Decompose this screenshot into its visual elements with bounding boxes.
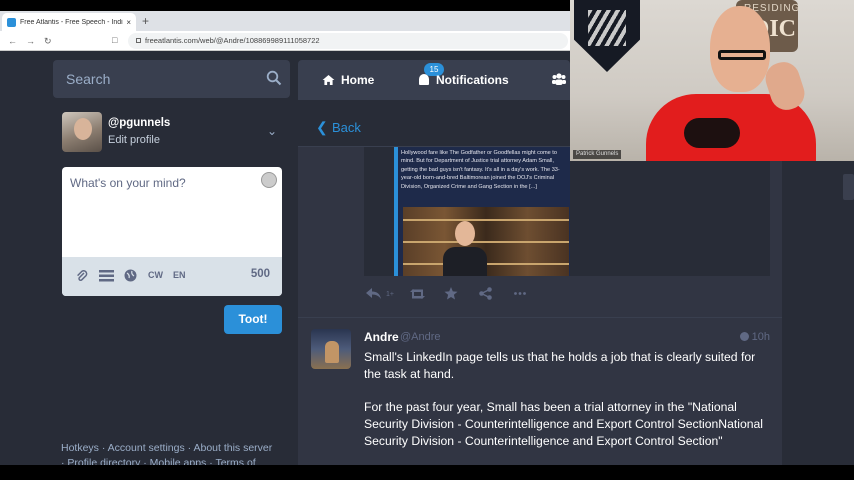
reply-count: 1+ (386, 291, 394, 298)
compose-toolbar: CW EN 500 (62, 257, 282, 296)
reply-icon[interactable] (366, 288, 382, 300)
chevron-left-icon: ❮ (316, 119, 328, 135)
status-avatar[interactable] (311, 329, 351, 369)
account-panel: @pgunnels Edit profile ⌄ (62, 112, 282, 154)
globe-icon[interactable] (124, 269, 137, 282)
status-account[interactable]: @Andre (400, 331, 441, 343)
language-button[interactable]: EN (173, 270, 186, 280)
search-input[interactable]: Search (53, 60, 290, 98)
emoji-icon[interactable] (261, 172, 277, 188)
footer-links-line2[interactable]: · Profile directory · Mobile apps · Term… (61, 456, 291, 465)
share-icon[interactable] (479, 287, 492, 300)
bell-icon (419, 74, 429, 85)
search-placeholder: Search (66, 71, 111, 87)
browser-tab-bar: Free Atlantis - Free Speech - Indie × + (0, 11, 570, 31)
bookmark-icon[interactable]: □ (112, 35, 117, 45)
lock-icon (136, 38, 141, 43)
address-bar: ← → ↻ □ freeatlantis.com/web/@Andre/1088… (0, 31, 570, 51)
url-input[interactable]: freeatlantis.com/web/@Andre/108869989111… (128, 33, 568, 49)
status-divider (298, 317, 782, 318)
account-handle: @pgunnels (108, 117, 171, 129)
back-button[interactable]: ❮ Back (298, 107, 570, 147)
nav-home-label: Home (341, 73, 375, 87)
reload-icon[interactable]: ↻ (44, 34, 52, 48)
thread-view: Hollywood fare like The Godfather or Goo… (298, 147, 782, 465)
avatar[interactable] (62, 112, 102, 152)
shield-flag-decoration (574, 0, 640, 72)
globe-icon (739, 332, 749, 341)
browser-tab[interactable]: Free Atlantis - Free Speech - Indie × (2, 13, 136, 31)
character-counter: 500 (250, 268, 270, 280)
shirt-print (684, 118, 740, 148)
url-text: freeatlantis.com/web/@Andre/108869989111… (145, 36, 320, 45)
back-label: Back (332, 120, 361, 135)
link-preview-card[interactable]: Hollywood fare like The Godfather or Goo… (364, 147, 770, 276)
status-paragraph: For the past four year, Small has been a… (364, 400, 764, 448)
poll-icon[interactable] (99, 270, 114, 282)
star-icon[interactable] (444, 287, 458, 300)
compose-form: What's on your mind? CW EN 500 (62, 167, 282, 296)
status-time-text: 10h (751, 331, 770, 343)
scrollbar[interactable] (843, 174, 854, 200)
paperclip-icon[interactable] (76, 270, 88, 283)
person-glasses (718, 50, 766, 60)
edit-profile-link[interactable]: Edit profile (108, 134, 160, 146)
footer-links-line1[interactable]: Hotkeys · Account settings · About this … (61, 441, 291, 456)
nav-notifications-label: Notifications (436, 73, 509, 87)
nav-notifications-tab[interactable]: Notifications (419, 73, 509, 87)
status-action-bar: 1+ (366, 287, 586, 303)
ellipsis-icon[interactable] (514, 292, 526, 295)
boost-icon[interactable] (410, 289, 425, 299)
mastodon-favicon-icon (7, 17, 16, 27)
nav-home-tab[interactable]: Home (322, 73, 374, 87)
home-icon (322, 75, 335, 85)
compose-textarea[interactable]: What's on your mind? (70, 176, 186, 190)
content-warning-button[interactable]: CW (148, 270, 163, 280)
forward-nav-icon[interactable]: → (26, 34, 35, 48)
toot-button[interactable]: Toot! (224, 305, 282, 334)
back-nav-icon[interactable]: ← (8, 34, 17, 48)
status-timestamp[interactable]: 10h (739, 331, 770, 343)
status-display-name[interactable]: Andre (364, 330, 399, 344)
card-text: Hollywood fare like The Godfather or Goo… (401, 150, 560, 190)
chevron-down-icon[interactable]: ⌄ (267, 124, 277, 138)
card-photo (403, 207, 569, 276)
people-icon[interactable] (552, 73, 566, 85)
tab-close-icon[interactable]: × (126, 18, 131, 27)
search-icon (266, 70, 282, 86)
footer-links[interactable]: Hotkeys · Account settings · About this … (61, 441, 291, 465)
new-tab-button[interactable]: + (142, 13, 149, 29)
tab-title: Free Atlantis - Free Speech - Indie (20, 18, 124, 26)
card-thumbnail: Hollywood fare like The Godfather or Goo… (394, 147, 570, 276)
webcam-overlay: RESIDING DIC Patrick Gunnels (570, 0, 854, 161)
person-head (710, 6, 770, 92)
status-content: Small's LinkedIn page tells us that he h… (364, 349, 772, 465)
status-paragraph: Small's LinkedIn page tells us that he h… (364, 350, 756, 381)
column-navigation: Home 15 Notifications (298, 60, 570, 100)
webcam-name-label: Patrick Gunnels (573, 150, 622, 159)
